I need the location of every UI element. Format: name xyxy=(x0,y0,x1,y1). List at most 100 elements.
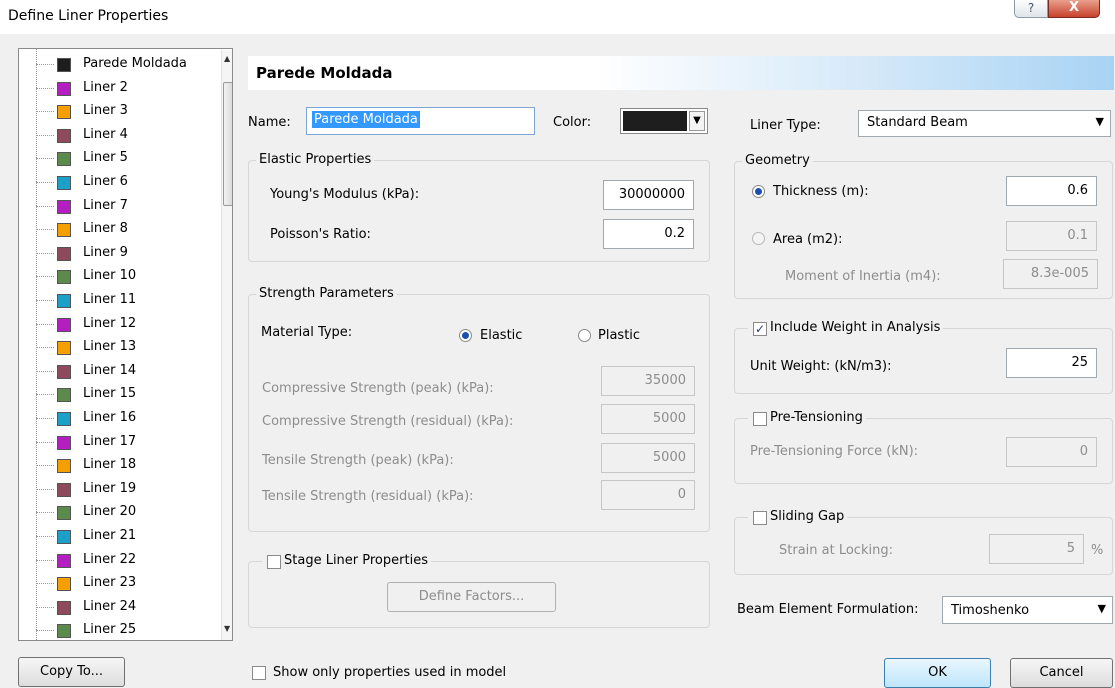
liner-list-item[interactable]: Liner 19 xyxy=(19,478,209,502)
liner-list-item[interactable]: Liner 3 xyxy=(19,100,209,124)
tree-connector xyxy=(36,536,54,537)
tree-connector xyxy=(36,252,54,254)
compressive-peak-input[interactable]: 35000 xyxy=(601,366,695,396)
liner-color-swatch xyxy=(57,600,71,615)
liner-list-item-label: Liner 19 xyxy=(83,480,137,496)
liner-type-select[interactable]: Standard Beam ▼ xyxy=(858,110,1111,137)
thickness-radio[interactable] xyxy=(752,185,765,198)
liner-list-item[interactable]: Liner 24 xyxy=(19,596,209,620)
scroll-thumb[interactable] xyxy=(223,82,232,206)
liner-color-swatch xyxy=(57,530,71,544)
stage-liner-title: Stage Liner Properties xyxy=(262,553,431,568)
liner-list-item[interactable]: Liner 20 xyxy=(19,501,209,525)
sliding-gap-checkbox[interactable] xyxy=(753,511,767,525)
beam-formulation-value: Timoshenko xyxy=(951,603,1030,618)
scroll-down-icon[interactable]: ▼ xyxy=(224,624,230,633)
liner-list[interactable]: Parede Moldada Liner 2 Liner 3 Liner 4 Liner… xyxy=(18,48,233,641)
area-radio[interactable] xyxy=(752,232,765,245)
unit-weight-input[interactable]: 25 xyxy=(1006,348,1097,378)
include-weight-checkbox[interactable]: ✓ xyxy=(753,322,767,336)
strain-at-locking-input[interactable]: 5 xyxy=(989,534,1084,564)
moment-of-inertia-input[interactable]: 8.3e-005 xyxy=(1003,259,1098,289)
liner-color-swatch xyxy=(57,577,71,592)
tree-connector xyxy=(36,205,54,207)
liner-list-item[interactable]: Parede Moldada xyxy=(19,53,209,77)
liner-list-item[interactable]: Liner 12 xyxy=(19,313,209,337)
strength-parameters-title: Strength Parameters xyxy=(256,286,397,301)
liner-list-item-label: Liner 16 xyxy=(83,410,137,425)
liner-list-item-label: Liner 3 xyxy=(83,103,128,119)
tensile-residual-input[interactable]: 0 xyxy=(601,480,695,510)
poissons-ratio-input[interactable]: 0.2 xyxy=(603,219,694,249)
plastic-radio[interactable] xyxy=(578,329,591,342)
liner-list-item[interactable]: Liner 11 xyxy=(19,289,209,313)
liner-color-swatch xyxy=(57,199,71,214)
liner-list-item[interactable]: Liner 18 xyxy=(19,454,209,478)
liner-list-item[interactable]: Liner 4 xyxy=(19,124,209,148)
liner-list-item-label: Liner 25 xyxy=(83,622,137,638)
liner-list-item[interactable]: Liner 22 xyxy=(19,549,209,573)
name-input[interactable]: Parede Moldada xyxy=(306,107,535,135)
color-picker[interactable]: ▼ xyxy=(620,108,708,134)
stage-liner-checkbox[interactable] xyxy=(267,555,281,569)
liner-color-swatch xyxy=(57,246,71,261)
scroll-up-icon[interactable]: ▲ xyxy=(224,54,230,63)
liner-list-item-label: Liner 10 xyxy=(83,268,137,284)
liner-list-item[interactable]: Liner 5 xyxy=(19,147,209,171)
tree-connector xyxy=(36,418,54,419)
liner-list-item[interactable]: Liner 14 xyxy=(19,360,209,384)
define-factors-button[interactable]: Define Factors... xyxy=(387,582,556,612)
liner-color-swatch xyxy=(57,81,71,96)
liner-type-value: Standard Beam xyxy=(867,115,968,130)
liner-color-swatch xyxy=(57,176,71,190)
elastic-radio-label: Elastic xyxy=(480,328,523,343)
pre-tensioning-force-input[interactable]: 0 xyxy=(1006,437,1097,467)
close-button[interactable]: X xyxy=(1048,0,1100,18)
liner-list-item[interactable]: Liner 15 xyxy=(19,383,209,407)
liner-list-item[interactable]: Liner 9 xyxy=(19,242,209,266)
tree-connector xyxy=(36,64,54,65)
thickness-input[interactable]: 0.6 xyxy=(1006,176,1097,206)
liner-color-swatch xyxy=(57,270,71,285)
liner-color-swatch xyxy=(57,105,71,120)
show-only-used-checkbox[interactable] xyxy=(252,666,266,680)
liner-color-swatch xyxy=(57,152,71,167)
beam-formulation-label: Beam Element Formulation: xyxy=(737,602,919,617)
tree-connector xyxy=(36,347,54,349)
elastic-radio[interactable] xyxy=(459,329,472,342)
strain-at-locking-label: Strain at Locking: xyxy=(779,543,893,558)
beam-formulation-select[interactable]: Timoshenko ▼ xyxy=(942,596,1113,624)
liner-list-item-label: Liner 21 xyxy=(83,528,137,543)
youngs-modulus-input[interactable]: 30000000 xyxy=(603,180,694,210)
elastic-properties-title: Elastic Properties xyxy=(256,152,375,167)
liner-list-item[interactable]: Liner 21 xyxy=(19,525,209,549)
list-scrollbar[interactable]: ▲ ▼ xyxy=(221,50,232,640)
liner-list-item[interactable]: Liner 10 xyxy=(19,265,209,289)
liner-list-item[interactable]: Liner 13 xyxy=(19,336,209,360)
compressive-residual-input[interactable]: 5000 xyxy=(601,404,695,434)
help-button[interactable]: ? xyxy=(1014,0,1048,18)
strain-unit-label: % xyxy=(1091,543,1104,558)
copy-to-button[interactable]: Copy To... xyxy=(18,657,125,687)
liner-list-item[interactable]: Liner 6 xyxy=(19,171,209,195)
liner-list-item[interactable]: Liner 17 xyxy=(19,431,209,455)
liner-list-item[interactable]: Liner 8 xyxy=(19,218,209,242)
include-weight-label: Include Weight in Analysis xyxy=(748,320,944,335)
tree-connector xyxy=(36,394,54,396)
tensile-peak-input[interactable]: 5000 xyxy=(601,443,695,473)
liner-list-item-label: Liner 9 xyxy=(83,244,128,260)
liner-list-item[interactable]: Liner 23 xyxy=(19,572,209,596)
ok-button[interactable]: OK xyxy=(884,658,991,688)
liner-list-item[interactable]: Liner 2 xyxy=(19,77,209,101)
liner-list-item[interactable]: Liner 7 xyxy=(19,195,209,219)
liner-list-item[interactable]: Liner 25 xyxy=(19,619,209,640)
liner-list-item-label: Liner 12 xyxy=(83,315,137,331)
name-input-value: Parede Moldada xyxy=(312,111,420,128)
liner-list-item[interactable]: Liner 16 xyxy=(19,407,209,431)
chevron-down-icon[interactable]: ▼ xyxy=(689,111,705,131)
area-input[interactable]: 0.1 xyxy=(1006,221,1097,251)
tensile-residual-label: Tensile Strength (residual) (kPa): xyxy=(262,489,474,504)
pre-tensioning-checkbox[interactable] xyxy=(753,412,767,426)
cancel-button[interactable]: Cancel xyxy=(1010,658,1113,688)
liner-list-item-label: Liner 2 xyxy=(83,79,128,95)
